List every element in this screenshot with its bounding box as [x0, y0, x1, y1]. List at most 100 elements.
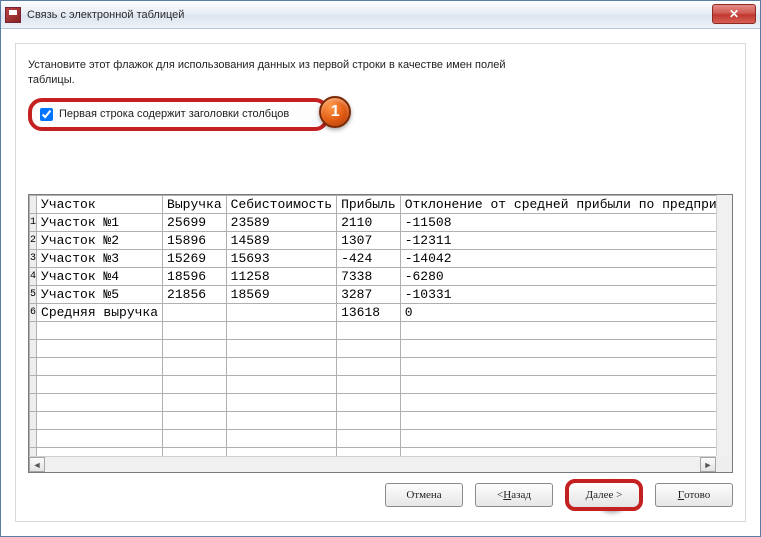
- data-cell[interactable]: [337, 358, 401, 376]
- table-row[interactable]: [30, 394, 717, 412]
- data-cell[interactable]: 15693: [226, 250, 336, 268]
- table-row[interactable]: 6Средняя выручка136180: [30, 304, 717, 322]
- data-cell[interactable]: [400, 412, 716, 430]
- data-cell[interactable]: [400, 448, 716, 457]
- col-header[interactable]: Себистоимость: [226, 196, 336, 214]
- data-cell[interactable]: [337, 376, 401, 394]
- data-cell[interactable]: 2110: [337, 214, 401, 232]
- table-row[interactable]: [30, 448, 717, 457]
- data-cell[interactable]: Участок №3: [37, 250, 163, 268]
- data-cell[interactable]: Участок №2: [37, 232, 163, 250]
- data-cell[interactable]: [400, 340, 716, 358]
- data-cell[interactable]: [163, 340, 227, 358]
- data-cell[interactable]: 15896: [163, 232, 227, 250]
- col-header[interactable]: Прибыль: [337, 196, 401, 214]
- vertical-scrollbar[interactable]: [716, 195, 732, 456]
- col-header[interactable]: Участок: [37, 196, 163, 214]
- table-row[interactable]: [30, 430, 717, 448]
- data-cell[interactable]: [337, 394, 401, 412]
- horizontal-scrollbar[interactable]: ◄ ►: [29, 456, 716, 472]
- data-cell[interactable]: 15269: [163, 250, 227, 268]
- table-row[interactable]: [30, 322, 717, 340]
- data-cell[interactable]: 7338: [337, 268, 401, 286]
- data-cell[interactable]: [37, 376, 163, 394]
- data-cell[interactable]: [226, 376, 336, 394]
- data-cell[interactable]: [37, 322, 163, 340]
- data-cell[interactable]: -14042: [400, 250, 716, 268]
- titlebar[interactable]: Связь с электронной таблицей ✕: [1, 1, 760, 29]
- data-cell[interactable]: [226, 340, 336, 358]
- data-cell[interactable]: [337, 340, 401, 358]
- close-button[interactable]: ✕: [712, 4, 756, 24]
- data-cell[interactable]: Участок №1: [37, 214, 163, 232]
- next-button[interactable]: Далее >: [565, 479, 643, 511]
- data-cell[interactable]: [37, 412, 163, 430]
- data-cell[interactable]: [37, 340, 163, 358]
- data-cell[interactable]: [37, 430, 163, 448]
- data-cell[interactable]: [37, 358, 163, 376]
- data-cell[interactable]: 11258: [226, 268, 336, 286]
- data-cell[interactable]: [400, 394, 716, 412]
- finish-button[interactable]: Готово: [655, 483, 733, 507]
- data-cell[interactable]: [337, 448, 401, 457]
- data-cell[interactable]: 25699: [163, 214, 227, 232]
- data-cell[interactable]: [226, 394, 336, 412]
- data-cell[interactable]: [163, 412, 227, 430]
- table-row[interactable]: 2Участок №215896145891307-12311: [30, 232, 717, 250]
- data-cell[interactable]: [163, 358, 227, 376]
- table-row[interactable]: [30, 358, 717, 376]
- data-cell[interactable]: [337, 322, 401, 340]
- data-cell[interactable]: -12311: [400, 232, 716, 250]
- data-cell[interactable]: -11508: [400, 214, 716, 232]
- cancel-button[interactable]: Отмена: [385, 483, 463, 507]
- col-header[interactable]: Выручка: [163, 196, 227, 214]
- data-cell[interactable]: [226, 430, 336, 448]
- table-row[interactable]: 5Участок №521856185693287-10331: [30, 286, 717, 304]
- data-cell[interactable]: 18569: [226, 286, 336, 304]
- data-cell[interactable]: 23589: [226, 214, 336, 232]
- data-cell[interactable]: 14589: [226, 232, 336, 250]
- data-cell[interactable]: [163, 322, 227, 340]
- data-cell[interactable]: -424: [337, 250, 401, 268]
- data-cell[interactable]: [163, 394, 227, 412]
- data-cell[interactable]: 0: [400, 304, 716, 322]
- data-cell[interactable]: [400, 322, 716, 340]
- table-row[interactable]: 4Участок №418596112587338-6280: [30, 268, 717, 286]
- data-cell[interactable]: [37, 394, 163, 412]
- data-cell[interactable]: Участок №5: [37, 286, 163, 304]
- data-cell[interactable]: [226, 412, 336, 430]
- data-cell[interactable]: [400, 358, 716, 376]
- data-cell[interactable]: [226, 448, 336, 457]
- col-header[interactable]: Отклонение от средней прибыли по предпри: [400, 196, 716, 214]
- table-row[interactable]: [30, 412, 717, 430]
- data-cell[interactable]: -10331: [400, 286, 716, 304]
- data-cell[interactable]: [163, 430, 227, 448]
- data-cell[interactable]: 13618: [337, 304, 401, 322]
- data-cell[interactable]: [400, 430, 716, 448]
- scroll-right-button[interactable]: ►: [700, 457, 716, 472]
- data-cell[interactable]: Средняя выручка: [37, 304, 163, 322]
- data-cell[interactable]: 18596: [163, 268, 227, 286]
- first-row-headers-checkbox[interactable]: [40, 108, 53, 121]
- data-cell[interactable]: 1307: [337, 232, 401, 250]
- first-row-headers-checkbox-wrap[interactable]: Первая строка содержит заголовки столбцо…: [28, 98, 329, 131]
- table-row[interactable]: 1Участок №125699235892110-11508: [30, 214, 717, 232]
- data-cell[interactable]: [37, 448, 163, 457]
- data-cell[interactable]: [226, 304, 336, 322]
- data-cell[interactable]: -6280: [400, 268, 716, 286]
- data-cell[interactable]: [400, 376, 716, 394]
- scroll-left-button[interactable]: ◄: [29, 457, 45, 472]
- data-cell[interactable]: [337, 430, 401, 448]
- back-button[interactable]: < Назад: [475, 483, 553, 507]
- table-row[interactable]: 3Участок №31526915693-424-14042: [30, 250, 717, 268]
- data-cell[interactable]: [226, 322, 336, 340]
- table-row[interactable]: [30, 340, 717, 358]
- data-cell[interactable]: [163, 376, 227, 394]
- data-cell[interactable]: [163, 304, 227, 322]
- data-cell[interactable]: [163, 448, 227, 457]
- data-cell[interactable]: 21856: [163, 286, 227, 304]
- data-cell[interactable]: [337, 412, 401, 430]
- data-cell[interactable]: 3287: [337, 286, 401, 304]
- data-cell[interactable]: [226, 358, 336, 376]
- data-cell[interactable]: Участок №4: [37, 268, 163, 286]
